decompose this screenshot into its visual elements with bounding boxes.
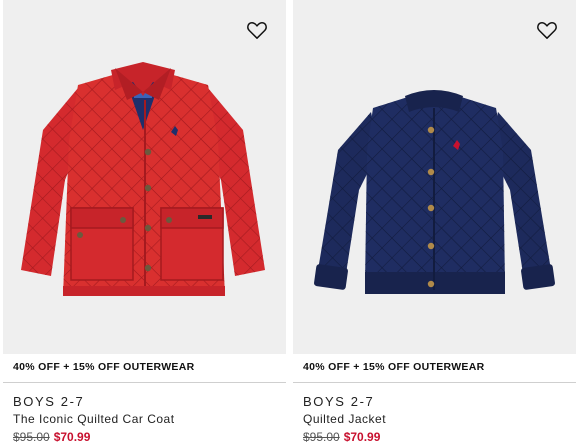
product-category: BOYS 2-7 <box>13 394 85 409</box>
original-price: $95.00 <box>13 430 50 444</box>
heart-outline-icon[interactable] <box>536 20 558 40</box>
price-block: $95.00 $70.99 <box>303 430 380 444</box>
product-card[interactable]: 40% OFF + 15% OFF OUTERWEAR BOYS 2-7 Qui… <box>293 0 576 448</box>
heart-outline-icon[interactable] <box>246 20 268 40</box>
red-quilted-coat-image <box>21 62 265 296</box>
product-title-link[interactable]: Quilted Jacket <box>303 412 386 426</box>
divider <box>293 382 576 383</box>
product-title-link[interactable]: The Iconic Quilted Car Coat <box>13 412 175 426</box>
original-price: $95.00 <box>303 430 340 444</box>
sale-price: $70.99 <box>53 430 91 444</box>
product-card[interactable]: 40% OFF + 15% OFF OUTERWEAR BOYS 2-7 The… <box>3 0 286 448</box>
product-category: BOYS 2-7 <box>303 394 375 409</box>
product-image[interactable] <box>3 0 286 354</box>
promo-label: 40% OFF + 15% OFF OUTERWEAR <box>303 361 485 373</box>
sale-price: $70.99 <box>343 430 381 444</box>
divider <box>3 382 286 383</box>
navy-quilted-jacket-image <box>314 90 555 294</box>
promo-label: 40% OFF + 15% OFF OUTERWEAR <box>13 361 195 373</box>
price-block: $95.00 $70.99 <box>13 430 90 444</box>
product-image[interactable] <box>293 0 576 354</box>
